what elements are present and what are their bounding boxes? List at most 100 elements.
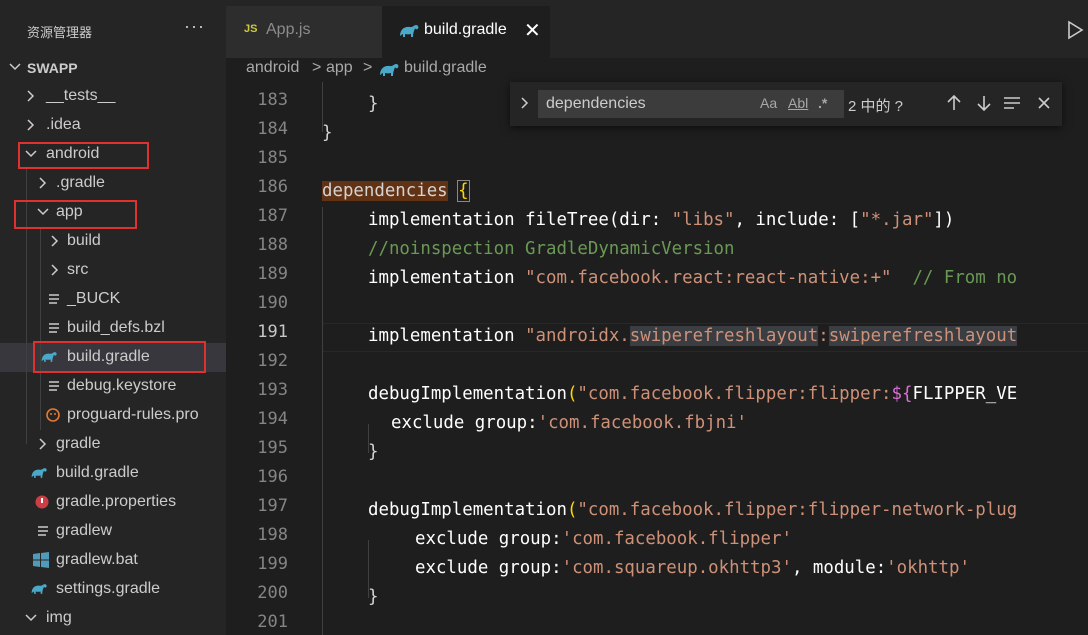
code-editor[interactable]: 1821831841851861871881891901911921931941…	[226, 82, 1088, 635]
tree-file-gradle-properties[interactable]: gradle.properties	[0, 488, 226, 517]
line-number: 196	[257, 467, 288, 487]
line-number: 188	[257, 235, 288, 255]
code-line-197: debugImplementation("com.facebook.flippe…	[368, 500, 1017, 520]
line-number: 199	[257, 554, 288, 574]
bracket: (	[566, 384, 578, 404]
tree-item-label: app	[56, 203, 83, 220]
gradle-icon	[378, 61, 402, 84]
tree-folder-tests[interactable]: __tests__	[0, 82, 226, 111]
tree-file-buck[interactable]: _BUCK	[0, 285, 226, 314]
tree-folder-gradle[interactable]: gradle	[0, 430, 226, 459]
line-number: 198	[257, 525, 288, 545]
breadcrumb-build-gradle[interactable]: build.gradle	[404, 59, 487, 77]
code-token: fileTree	[525, 210, 609, 230]
code-token: debugImplementation	[368, 500, 567, 520]
code-line-189: implementation "com.facebook.react:react…	[368, 268, 1017, 288]
previous-match-arrow-up-icon[interactable]	[944, 93, 964, 113]
tree-folder-dot-gradle[interactable]: .gradle	[0, 169, 226, 198]
properties-icon	[33, 494, 51, 510]
tree-root-swapp[interactable]: SWAPP	[0, 53, 226, 82]
tree-folder-app[interactable]: app	[0, 198, 226, 227]
code-line-186: dependencies {	[322, 180, 470, 202]
code-token: FLIPPER_VE	[912, 384, 1018, 404]
tree-item-label: .gradle	[56, 174, 105, 191]
code-line-183: }	[368, 94, 379, 114]
find-input[interactable]: dependencies Aa Abl .*	[538, 90, 844, 118]
code-comment: // From no	[891, 268, 1018, 288]
line-number: 191	[257, 322, 288, 342]
find-query: dependencies	[546, 95, 646, 112]
close-tab-icon[interactable]: ✕	[524, 18, 541, 43]
lines-icon	[35, 523, 53, 539]
chevron-right-icon[interactable]	[24, 88, 38, 104]
code-string: 'com.facebook.fbjni'	[537, 413, 747, 433]
chevron-right-icon[interactable]	[48, 233, 62, 249]
line-number: 194	[257, 409, 288, 429]
next-match-arrow-down-icon[interactable]	[974, 93, 994, 113]
tree-file-proguard[interactable]: proguard-rules.pro	[0, 401, 226, 430]
code-string: "com.facebook.flipper:flipper-network-pl…	[577, 500, 1018, 520]
tree-item-label: gradlew	[56, 522, 113, 539]
windows-icon	[32, 552, 50, 568]
chevron-right-icon[interactable]	[36, 436, 50, 452]
chevron-down-icon[interactable]	[24, 146, 38, 162]
breadcrumb-separator: >	[363, 59, 373, 76]
tree-file-gradlew[interactable]: gradlew	[0, 517, 226, 546]
chevron-right-icon[interactable]	[36, 175, 50, 191]
code-token: implementation	[368, 210, 526, 230]
line-number: 200	[257, 583, 288, 603]
line-number: 187	[257, 206, 288, 226]
tree-file-android-build-gradle[interactable]: build.gradle	[0, 459, 226, 488]
tree-folder-android[interactable]: android	[0, 140, 226, 169]
chevron-down-icon[interactable]	[36, 204, 50, 220]
tree-folder-src[interactable]: src	[0, 256, 226, 285]
gradle-icon	[40, 349, 62, 365]
code-token: ])	[933, 210, 955, 230]
tree-folder-img[interactable]: img	[0, 604, 226, 633]
tree-file-gradlew-bat[interactable]: gradlew.bat	[0, 546, 226, 575]
match-whole-word-button[interactable]: Abl	[788, 95, 808, 111]
code-string: "androidx.	[525, 326, 630, 346]
match-case-button[interactable]: Aa	[760, 95, 777, 111]
chevron-right-icon[interactable]	[24, 117, 38, 133]
tree-file-build-defs[interactable]: build_defs.bzl	[0, 314, 226, 343]
indent-guide	[26, 169, 27, 444]
breadcrumb-android[interactable]: android	[246, 59, 299, 77]
tree-file-debug-keystore[interactable]: debug.keystore	[0, 372, 226, 401]
search-match: dependencies	[322, 181, 448, 201]
find-in-selection-icon[interactable]	[1002, 93, 1022, 113]
tree-folder-build[interactable]: build	[0, 227, 226, 256]
tab-build-gradle[interactable]: build.gradle ✕	[382, 6, 550, 58]
code-line-199: exclude group:'com.squareup.okhttp3', mo…	[415, 558, 970, 578]
close-find-icon[interactable]	[1034, 93, 1054, 113]
tree-folder-idea[interactable]: .idea	[0, 111, 226, 140]
code-token: implementation	[368, 268, 526, 288]
line-number: 195	[257, 438, 288, 458]
chevron-right-icon[interactable]	[48, 262, 62, 278]
run-icon[interactable]	[1066, 20, 1084, 40]
line-number: 201	[257, 612, 288, 632]
line-number: 184	[257, 119, 288, 139]
breadcrumb-app[interactable]: app	[326, 59, 353, 77]
more-actions-icon[interactable]: ···	[184, 16, 205, 37]
tree-item-label: settings.gradle	[56, 580, 161, 597]
code-line-200: }	[368, 587, 379, 607]
regex-button[interactable]: .*	[818, 95, 827, 111]
bracket: ${	[891, 384, 913, 404]
toggle-replace-chevron-icon[interactable]	[518, 95, 532, 111]
tree-file-settings-gradle[interactable]: settings.gradle	[0, 575, 226, 604]
code-line-188: //noinspection GradleDynamicVersion	[368, 239, 735, 259]
chevron-down-icon[interactable]	[24, 610, 38, 626]
tab-app-js[interactable]: JS App.js	[226, 6, 382, 58]
tree-file-app-build-gradle[interactable]: build.gradle	[0, 343, 226, 372]
line-number: 186	[257, 177, 288, 197]
find-widget: dependencies Aa Abl .* 2 中的 ?	[510, 82, 1062, 126]
line-number: 185	[257, 148, 288, 168]
tree-item-label: build.gradle	[56, 464, 139, 481]
code-line-194: exclude group:'com.facebook.fbjni'	[391, 413, 747, 433]
line-number: 183	[257, 90, 288, 110]
tree-item-label: android	[46, 145, 100, 162]
chevron-down-icon[interactable]	[8, 59, 22, 75]
tree-item-label: .idea	[46, 116, 81, 133]
line-number: 189	[257, 264, 288, 284]
